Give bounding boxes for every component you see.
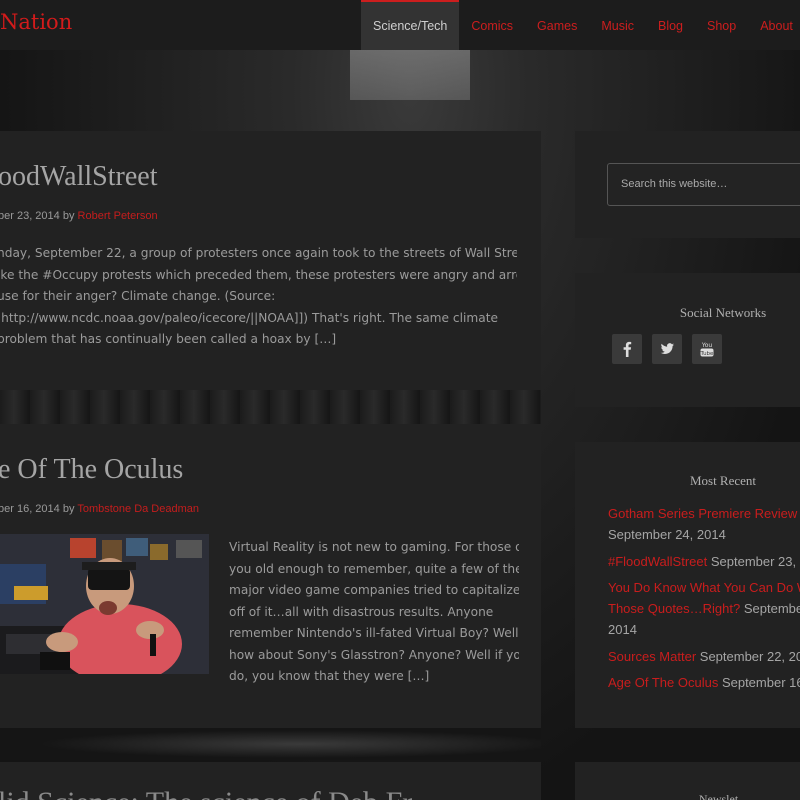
list-item: Gotham Series Premiere Review September … (608, 503, 800, 545)
post-excerpt: Virtual Reality is not new to gaming. Fo… (229, 537, 519, 688)
post-author-link[interactable]: Robert Peterson (78, 210, 158, 222)
nav-item-shop[interactable]: Shop (695, 0, 748, 50)
post-title[interactable]: lid Science: The science of Deb Fr... (0, 786, 433, 800)
vr-photo-illustration (0, 534, 209, 674)
recent-post-link[interactable]: Those Quotes…Right? (608, 601, 740, 616)
search-widget: Search this website… (575, 131, 800, 238)
recent-post-link[interactable]: #FloodWallStreet (608, 554, 707, 569)
excerpt-line: do, you know that they were […] (229, 669, 430, 683)
recent-post-link[interactable]: Gotham Series Premiere Review (608, 506, 797, 521)
post-excerpt: nday, September 22, a group of protester… (0, 243, 517, 351)
post-by: by (62, 210, 75, 222)
list-item: Sources Matter September 22, 20 (608, 646, 800, 667)
recent-post-date: September 24, 2014 (608, 527, 726, 542)
main-nav: Science/Tech Comics Games Music Blog Sho… (361, 0, 800, 50)
excerpt-line: you old enough to remember, quite a few … (229, 561, 519, 576)
excerpt-line: major video game companies tried to capi… (229, 583, 519, 597)
excerpt-line: ike the #Occupy protests which preceded … (0, 267, 517, 282)
post-card: lid Science: The science of Deb Fr... (0, 762, 541, 800)
nav-item-comics[interactable]: Comics (459, 0, 525, 50)
recent-post-date: 2014 (608, 622, 637, 637)
widget-title: Social Networks (679, 305, 767, 320)
most-recent-widget: Most Recent Gotham Series Premiere Revie… (575, 442, 800, 728)
excerpt-line: remember Nintendo's ill-fated Virtual Bo… (229, 626, 519, 640)
youtube-icon[interactable]: You Tube (692, 334, 722, 364)
nav-item-science-tech[interactable]: Science/Tech (361, 0, 460, 50)
recent-post-date: September 23, 2 (707, 553, 800, 569)
post-title[interactable]: e Of The Oculus (0, 454, 183, 486)
excerpt-line: off of it…all with disastrous results. A… (229, 604, 494, 619)
recent-post-date: September 1 (743, 601, 800, 616)
social-widget: Social Networks You Tube (575, 273, 800, 407)
recent-post-date: September 16, 2 (721, 675, 800, 690)
excerpt-line: |http://www.ncdc.noaa.gov/paleo/icecore/… (0, 310, 499, 325)
nav-item-about[interactable]: About (748, 0, 800, 50)
recent-post-link[interactable]: Sources Matter (608, 649, 696, 664)
recent-post-link[interactable]: Age Of The Oculus (608, 675, 718, 690)
background-strip-lower (0, 728, 541, 760)
search-input[interactable]: Search this website… (607, 163, 800, 206)
background-ceiling-light (350, 50, 470, 100)
post-thumbnail-vr-headset[interactable] (0, 534, 209, 674)
nav-item-music[interactable]: Music (589, 0, 646, 50)
widget-title: Most Recent (689, 473, 757, 488)
post-date: ber 23, 2014 (0, 210, 60, 222)
twitter-icon[interactable] (652, 334, 682, 364)
list-item: You Do Know What You Can Do W Those Quot… (608, 577, 800, 640)
recent-post-date: September 22, 20 (696, 648, 800, 664)
svg-text:You: You (701, 342, 713, 349)
excerpt-line: use for their anger? Climate change. (So… (0, 289, 276, 303)
recent-posts-list: Gotham Series Premiere Review September … (608, 503, 800, 699)
facebook-icon[interactable] (612, 334, 642, 364)
post-card: e Of The Oculus ber 16, 2014 by Tombston… (0, 424, 541, 728)
newsletter-widget: Newslet... (575, 762, 800, 800)
excerpt-line: Virtual Reality is not new to gaming. Fo… (229, 540, 519, 554)
post-meta: ber 23, 2014 by Robert Peterson (0, 210, 158, 222)
recent-post-link[interactable]: You Do Know What You Can Do W (608, 580, 800, 595)
nav-item-games[interactable]: Games (525, 0, 589, 50)
list-item: Age Of The Oculus September 16, 2 (608, 672, 800, 693)
post-meta: ber 16, 2014 by Tombstone Da Deadman (0, 503, 199, 515)
site-logo[interactable]: Nation (0, 10, 72, 34)
list-item: #FloodWallStreet September 23, 2 (608, 551, 800, 572)
widget-title: Newslet... (698, 792, 748, 800)
excerpt-line: nday, September 22, a group of protester… (0, 246, 517, 260)
excerpt-line: how about Sony's Glasstron? Anyone? Well… (229, 647, 519, 662)
post-by: by (62, 503, 75, 515)
post-author-link[interactable]: Tombstone Da Deadman (77, 503, 199, 515)
post-card: oodWallStreet ber 23, 2014 by Robert Pet… (0, 131, 541, 390)
excerpt-line: problem that has continually been called… (0, 332, 337, 346)
site-header: Nation Science/Tech Comics Games Music B… (0, 0, 800, 50)
post-title[interactable]: oodWallStreet (0, 161, 157, 193)
nav-item-blog[interactable]: Blog (646, 0, 695, 50)
post-date: ber 16, 2014 (0, 503, 60, 515)
background-strip (0, 390, 541, 424)
svg-text:Tube: Tube (700, 351, 715, 357)
